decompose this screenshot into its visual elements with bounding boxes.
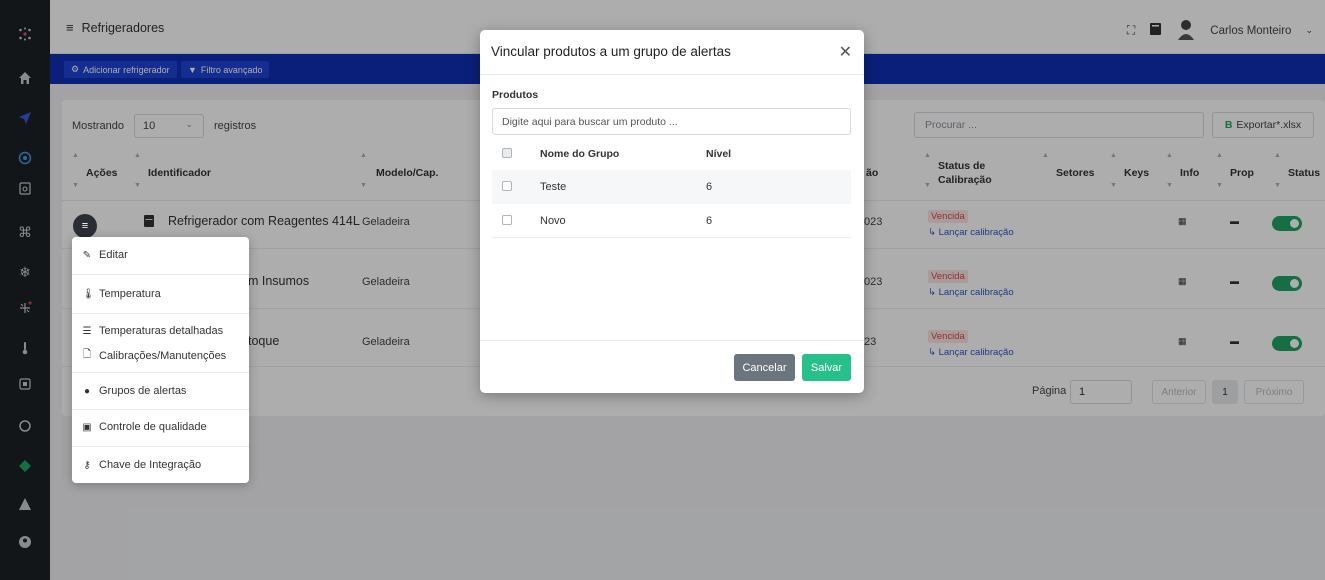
menu-item-temperatura[interactable]: 🌡 Temperatura	[82, 288, 161, 300]
row-checkbox[interactable]	[502, 215, 512, 225]
group-name: Teste	[540, 181, 567, 193]
menu-item-editar[interactable]: ✎ Editar	[82, 249, 128, 261]
products-label: Produtos	[492, 89, 539, 101]
menu-item-label: Chave de Integração	[99, 459, 202, 471]
row-actions-button[interactable]: ≡	[73, 214, 97, 238]
menu-item-label: Temperatura	[99, 288, 161, 300]
actions-dropdown: ✎ Editar 🌡 Temperatura ☰ Temperaturas de…	[72, 237, 249, 483]
menu-item-label: Grupos de alertas	[99, 385, 187, 397]
quality-icon: ▣	[82, 421, 92, 433]
divider	[480, 340, 864, 341]
row-checkbox[interactable]	[502, 181, 512, 191]
alert-circle-icon: ●	[83, 385, 91, 397]
menu-item-temperaturas-detalhadas[interactable]: ☰ Temperaturas detalhadas	[82, 325, 224, 337]
product-search-input[interactable]: Digite aqui para buscar um produto ...	[492, 108, 851, 135]
menu-item-label: Temperaturas detalhadas	[99, 325, 224, 337]
list-item: Novo 6	[492, 204, 851, 238]
edit-icon: ✎	[82, 249, 92, 261]
divider	[72, 446, 249, 447]
divider	[72, 313, 249, 314]
menu-item-grupos-de-alertas[interactable]: ● Grupos de alertas	[82, 385, 186, 397]
divider	[72, 409, 249, 410]
close-icon[interactable]: ✕	[839, 42, 852, 62]
list-item: Teste 6	[492, 170, 851, 204]
save-button[interactable]: Salvar	[802, 354, 851, 381]
link-products-modal: Vincular produtos a um grupo de alertas …	[480, 30, 864, 393]
menu-item-label: Calibrações/Manutenções	[99, 349, 227, 362]
key-icon: ⚷	[83, 459, 91, 471]
group-name: Novo	[540, 215, 566, 227]
group-level: 6	[706, 181, 713, 193]
product-search-placeholder: Digite aqui para buscar um produto ...	[502, 115, 678, 128]
list-icon: ☰	[82, 325, 92, 337]
menu-icon: ≡	[81, 220, 89, 232]
divider	[72, 274, 249, 275]
header-group-name: Nome do Grupo	[540, 148, 620, 160]
select-all-checkbox[interactable]	[502, 148, 512, 158]
group-level: 6	[706, 215, 713, 227]
menu-item-controle-de-qualidade[interactable]: ▣ Controle de qualidade	[82, 421, 207, 433]
divider	[480, 74, 864, 75]
menu-item-label: Editar	[99, 249, 128, 261]
divider	[72, 372, 249, 373]
modal-title: Vincular produtos a um grupo de alertas	[491, 44, 731, 59]
thermometer-icon: 🌡	[82, 288, 95, 300]
document-icon: 🗋	[82, 349, 92, 360]
menu-item-label: Controle de qualidade	[99, 421, 207, 433]
header-level: Nível	[706, 148, 732, 160]
cancel-button[interactable]: Cancelar	[734, 354, 795, 381]
menu-item-calibracoes[interactable]: 🗋 Calibrações/Manutenções	[82, 347, 226, 364]
menu-item-chave-de-integracao[interactable]: ⚷ Chave de Integração	[82, 459, 201, 471]
